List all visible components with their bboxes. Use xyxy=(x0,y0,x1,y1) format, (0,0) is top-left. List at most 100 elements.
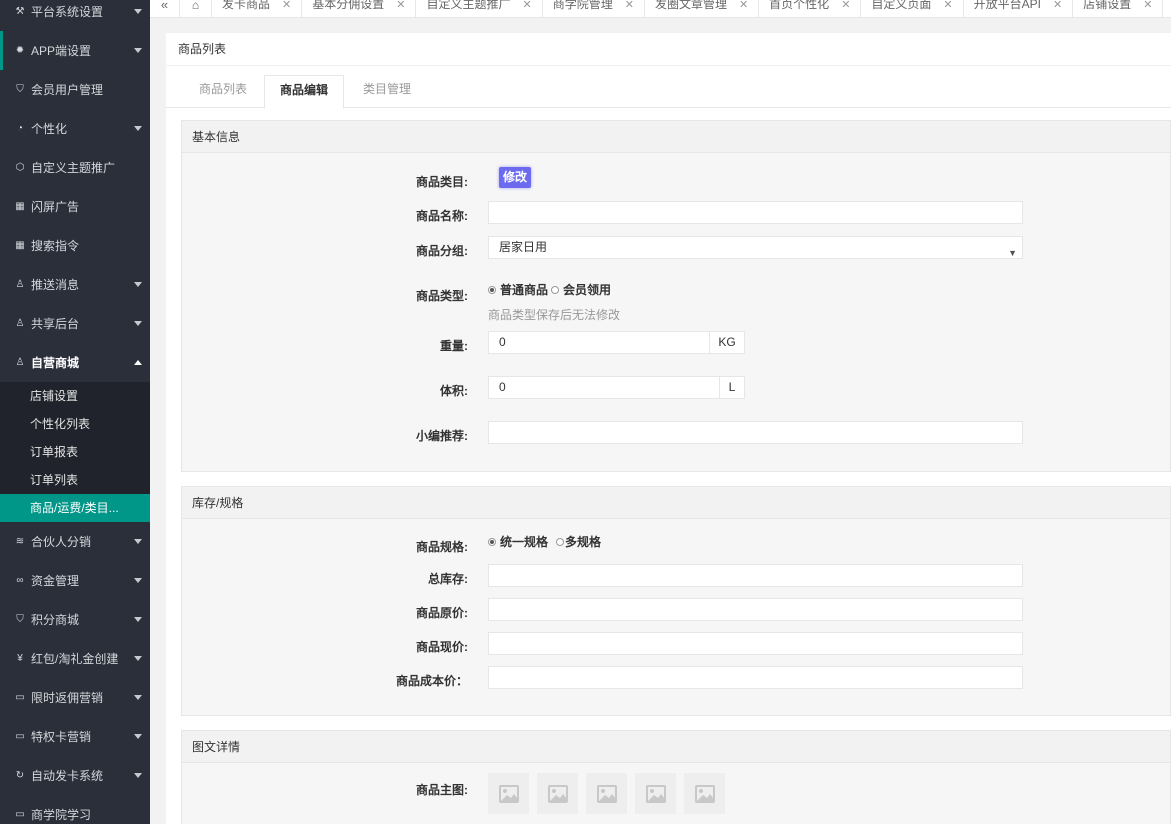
close-icon[interactable]: ✕ xyxy=(396,0,405,11)
sidebar-subitem[interactable]: 店铺设置 xyxy=(0,382,150,410)
page-tab-label: 基本分佣设置 xyxy=(312,0,385,11)
product-name-input[interactable] xyxy=(488,201,1023,224)
orig-price-input[interactable] xyxy=(488,598,1023,621)
tab-product-edit[interactable]: 商品编辑 xyxy=(264,75,344,109)
sidebar-item[interactable]: ⛉ 会员用户管理 xyxy=(0,70,150,109)
sidebar-item-label: 共享后台 xyxy=(31,317,80,331)
sidebar-item[interactable]: ⬡ 自定义主题推广 xyxy=(0,148,150,187)
page-tab[interactable]: 开放平台API ✕ xyxy=(964,0,1074,17)
page-tab[interactable]: 自定义主题推广 ✕ xyxy=(416,0,543,17)
volume-input[interactable]: 0 xyxy=(488,376,720,399)
basic-info-card: 基本信息 商品类目: 修改 商品名称: 商品分组: 居家日用 ▼ 商品类型: 普… xyxy=(181,120,1171,472)
radio-normal-product-label[interactable]: 普通商品 xyxy=(500,281,548,298)
home-icon[interactable]: ⌂ xyxy=(180,0,212,17)
radio-multi-spec[interactable] xyxy=(556,537,565,546)
total-stock-input[interactable] xyxy=(488,564,1023,587)
sidebar-subitem[interactable]: 个性化列表 xyxy=(0,410,150,438)
image-placeholder-icon[interactable] xyxy=(586,773,627,814)
sidebar-item-label: 推送消息 xyxy=(31,278,80,292)
chevron-down-icon xyxy=(134,539,142,544)
radio-member-claim-label[interactable]: 会员领用 xyxy=(563,281,611,298)
close-icon[interactable]: ✕ xyxy=(1143,0,1152,11)
cost-price-input[interactable] xyxy=(488,666,1023,689)
close-icon[interactable]: ✕ xyxy=(522,0,531,11)
recommend-input[interactable] xyxy=(488,421,1023,444)
sidebar-item[interactable]: ♙ 自营商城 xyxy=(0,343,150,382)
chevron-down-icon xyxy=(134,617,142,622)
chevron-down-icon xyxy=(134,48,142,53)
sidebar-item[interactable]: ⚒ 平台系统设置 xyxy=(0,0,150,31)
sidebar: ⚒ 平台系统设置 ✹ APP端设置 ⛉ 会员用户管理 ◔ 个性化 ⬡ 自定义主题推广 ▦ 闪屏广告 ▦ 搜… xyxy=(0,0,150,824)
apps-icon: ▦ xyxy=(15,201,25,212)
cur-price-input[interactable] xyxy=(488,632,1023,655)
sidebar-item-label: 限时返佣营销 xyxy=(31,691,104,705)
window-icon: ▭ xyxy=(15,809,25,820)
page-tab[interactable]: 自定义页面 ✕ xyxy=(861,0,964,17)
sidebar-item[interactable]: ▭ 限时返佣营销 xyxy=(0,678,150,717)
sidebar-subitem[interactable]: 商品/运费/类目... xyxy=(0,494,150,522)
sidebar-item-label: 商学院学习 xyxy=(31,808,92,822)
window-icon: ▭ xyxy=(15,731,25,742)
page-tab[interactable]: 商学院管理 ✕ xyxy=(543,0,645,17)
user-icon: ♙ xyxy=(15,279,25,290)
tab-product-list[interactable]: 商品列表 xyxy=(182,75,264,108)
page-tab[interactable]: 发圈文章管理 ✕ xyxy=(645,0,760,17)
close-icon[interactable]: ✕ xyxy=(841,0,850,11)
basic-info-title: 基本信息 xyxy=(182,121,1170,153)
page-tab-label: 商学院管理 xyxy=(552,0,613,11)
radio-multi-spec-label[interactable]: 多规格 xyxy=(565,533,601,550)
sidebar-item[interactable]: ▦ 搜索指令 xyxy=(0,226,150,265)
radio-normal-product[interactable] xyxy=(488,285,496,294)
page-tab[interactable]: 发卡商品 ✕ xyxy=(212,0,303,17)
weight-input[interactable]: 0 xyxy=(488,331,710,354)
close-icon[interactable]: ✕ xyxy=(1053,0,1062,11)
page-tab[interactable]: 店铺设置 ✕ xyxy=(1073,0,1164,17)
sidebar-item[interactable]: ✹ APP端设置 xyxy=(0,31,150,70)
page-tab[interactable]: 个性 xyxy=(1163,0,1171,17)
panel-title: 商品列表 xyxy=(166,33,1171,66)
sidebar-item[interactable]: ◔ 个性化 xyxy=(0,109,150,148)
image-placeholder-icon[interactable] xyxy=(684,773,725,814)
sidebar-item[interactable]: ↻ 自动发卡系统 xyxy=(0,756,150,795)
volume-label: 体积: xyxy=(440,384,468,398)
palette-icon: ◔ xyxy=(16,123,24,134)
shield-icon: ⛉ xyxy=(16,614,24,625)
sidebar-item[interactable]: ⛉ 积分商城 xyxy=(0,600,150,639)
sidebar-item[interactable]: ♙ 推送消息 xyxy=(0,265,150,304)
page-tab-strip: «⌂ 发卡商品 ✕ 基本分佣设置 ✕ 自定义主题推广 ✕ 商学院管理 ✕ 发圈文章管理 ✕ 首页个性化… xyxy=(150,0,1171,18)
sidebar-item[interactable]: ≋ 合伙人分销 xyxy=(0,522,150,561)
page-tab-label: 开放平台API xyxy=(973,0,1041,11)
close-icon[interactable]: ✕ xyxy=(625,0,634,11)
sidebar-item[interactable]: ∞ 资金管理 xyxy=(0,561,150,600)
page-tab-label: 店铺设置 xyxy=(1083,0,1132,11)
radio-member-claim[interactable] xyxy=(551,285,560,294)
sidebar-item[interactable]: ▭ 商学院学习 xyxy=(0,795,150,824)
tab-category-manage[interactable]: 类目管理 xyxy=(346,75,428,108)
sidebar-subitem[interactable]: 订单列表 xyxy=(0,466,150,494)
sidebar-item[interactable]: ▭ 特权卡营销 xyxy=(0,717,150,756)
image-placeholder-icon[interactable] xyxy=(488,773,529,814)
weight-unit: KG xyxy=(709,331,745,354)
sidebar-item[interactable]: ¥ 红包/淘礼金创建 xyxy=(0,639,150,678)
weight-label: 重量: xyxy=(440,339,468,353)
image-placeholder-icon[interactable] xyxy=(537,773,578,814)
page-tab[interactable]: 基本分佣设置 ✕ xyxy=(302,0,417,17)
radio-unified-spec-label[interactable]: 统一规格 xyxy=(500,533,548,550)
radio-unified-spec[interactable] xyxy=(488,537,496,546)
close-icon[interactable]: ✕ xyxy=(282,0,291,11)
image-placeholder-icon[interactable] xyxy=(635,773,676,814)
scroll-left-icon[interactable]: « xyxy=(150,0,180,17)
page-tab-label: 自定义页面 xyxy=(871,0,932,11)
page-tab[interactable]: 首页个性化 ✕ xyxy=(759,0,862,17)
detail-card: 图文详情 商品主图: xyxy=(181,730,1171,824)
sidebar-subitem[interactable]: 订单报表 xyxy=(0,438,150,466)
sidebar-item[interactable]: ♙ 共享后台 xyxy=(0,304,150,343)
close-icon[interactable]: ✕ xyxy=(739,0,748,11)
content-panel: 商品列表 商品列表 商品编辑 类目管理 基本信息 商品类目: 修改 商品名称: … xyxy=(166,33,1171,824)
modify-category-button[interactable]: 修改 xyxy=(499,167,532,188)
sidebar-item[interactable]: ▦ 闪屏广告 xyxy=(0,187,150,226)
product-group-select[interactable]: 居家日用 ▼ xyxy=(488,236,1023,259)
sidebar-item-label: 个性化 xyxy=(31,122,68,136)
cost-price-label: 商品成本价： xyxy=(395,674,468,688)
close-icon[interactable]: ✕ xyxy=(943,0,952,11)
